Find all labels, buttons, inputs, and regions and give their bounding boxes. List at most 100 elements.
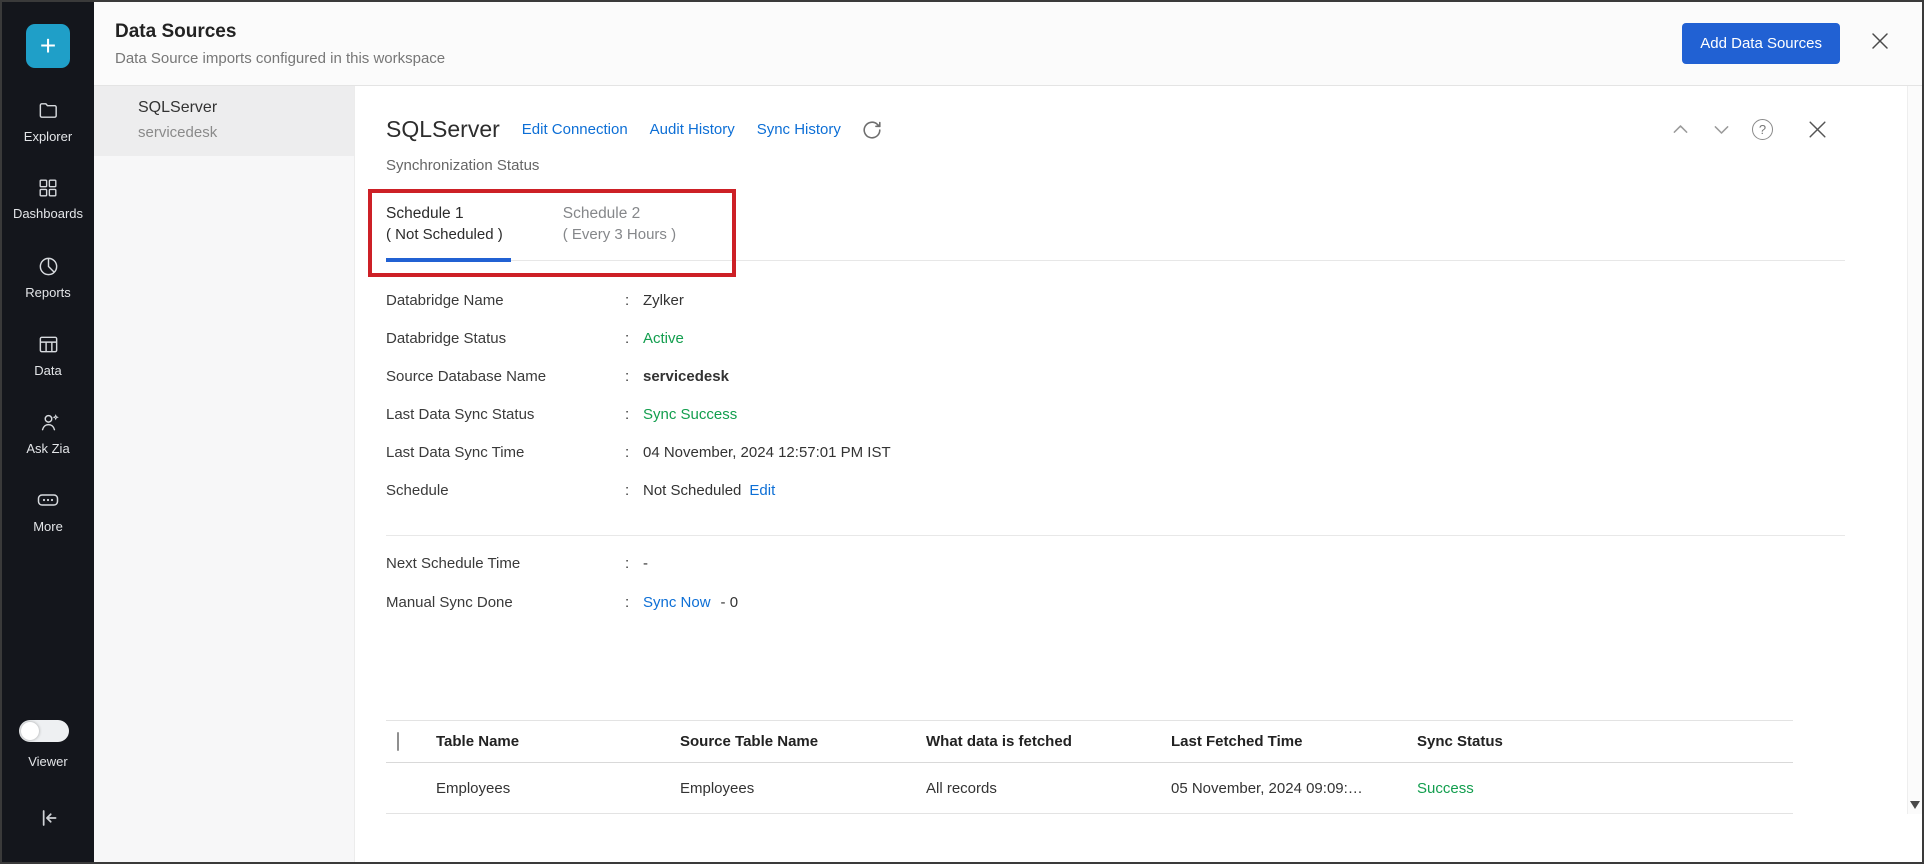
colon: : xyxy=(625,368,639,385)
source-title: SQLServer xyxy=(386,116,500,143)
audit-history-link[interactable]: Audit History xyxy=(650,121,735,138)
detail-row-next-schedule-time: Next Schedule Time : - xyxy=(386,555,738,594)
dashboards-icon xyxy=(37,177,59,199)
table-row[interactable]: Employees Employees All records 05 Novem… xyxy=(386,763,1793,814)
plus-icon: + xyxy=(40,32,56,60)
source-detail-panel: SQLServer Edit Connection Audit History … xyxy=(355,86,1922,862)
manual-sync-count: - 0 xyxy=(721,594,739,611)
sidebar-item-more[interactable]: More xyxy=(2,472,94,550)
viewer-label: Viewer xyxy=(2,754,94,769)
previous-source-button[interactable] xyxy=(1670,119,1691,140)
detail-value: Active xyxy=(643,330,684,347)
sidebar-item-data[interactable]: Data xyxy=(2,316,94,394)
select-all-checkbox[interactable] xyxy=(397,732,399,751)
sync-now-link[interactable]: Sync Now xyxy=(643,594,711,611)
detail-row-last-sync-status: Last Data Sync Status : Sync Success xyxy=(386,406,891,444)
colon: : xyxy=(625,444,639,461)
more-icon xyxy=(36,488,60,512)
detail-value: Sync Success xyxy=(643,406,737,423)
colon: : xyxy=(625,594,639,611)
source-list-panel: SQLServer servicedesk xyxy=(94,86,355,862)
refresh-button[interactable] xyxy=(861,119,883,141)
page-header: Data Sources Data Source imports configu… xyxy=(94,2,1922,86)
schedule-details: Next Schedule Time : - Manual Sync Done … xyxy=(386,555,738,633)
sidebar-item-explorer[interactable]: Explorer xyxy=(2,82,94,160)
detail-label: Databridge Status xyxy=(386,330,625,347)
sidebar-item-label: Dashboards xyxy=(13,206,83,221)
detail-value: servicedesk xyxy=(643,368,729,385)
header-titles: Data Sources Data Source imports configu… xyxy=(115,21,445,67)
colon: : xyxy=(625,555,639,572)
sidebar: + Explorer Dashboards Reports xyxy=(2,2,94,862)
tables-table: Table Name Source Table Name What data i… xyxy=(386,720,1793,814)
help-button[interactable]: ? xyxy=(1752,119,1773,140)
source-name: SQLServer xyxy=(138,99,354,117)
column-header: Sync Status xyxy=(1417,733,1793,750)
sidebar-item-label: Reports xyxy=(25,285,71,300)
page-title: Data Sources xyxy=(115,21,445,43)
close-detail-button[interactable] xyxy=(1805,117,1830,142)
cell-what-data: All records xyxy=(926,780,1171,797)
tab-schedule-1[interactable]: Schedule 1 ( Not Scheduled ) xyxy=(386,192,503,260)
sidebar-item-label: Ask Zia xyxy=(26,441,69,456)
detail-label: Last Data Sync Status xyxy=(386,406,625,423)
detail-label: Manual Sync Done xyxy=(386,594,625,611)
viewer-toggle[interactable] xyxy=(19,720,69,742)
sync-history-link[interactable]: Sync History xyxy=(757,121,841,138)
detail-row-manual-sync-done: Manual Sync Done : Sync Now - 0 xyxy=(386,594,738,633)
tab-title: Schedule 2 xyxy=(563,203,676,224)
vertical-scrollbar[interactable] xyxy=(1907,86,1922,814)
colon: : xyxy=(625,482,639,499)
column-header: What data is fetched xyxy=(926,733,1171,750)
sidebar-nav: Explorer Dashboards Reports Data xyxy=(2,82,94,550)
column-header: Table Name xyxy=(436,733,680,750)
sidebar-item-label: More xyxy=(33,519,63,534)
detail-value: 04 November, 2024 12:57:01 PM IST xyxy=(643,444,891,461)
collapse-left-icon xyxy=(35,805,61,836)
sidebar-item-dashboards[interactable]: Dashboards xyxy=(2,160,94,238)
sidebar-item-reports[interactable]: Reports xyxy=(2,238,94,316)
detail-row-databridge-name: Databridge Name : Zylker xyxy=(386,292,891,330)
cell-table-name: Employees xyxy=(436,780,680,797)
detail-row-source-database-name: Source Database Name : servicedesk xyxy=(386,368,891,406)
section-title: Synchronization Status xyxy=(386,157,539,174)
detail-label: Schedule xyxy=(386,482,625,499)
sidebar-item-label: Explorer xyxy=(24,129,72,144)
next-source-button[interactable] xyxy=(1711,119,1732,140)
sidebar-item-label: Data xyxy=(34,363,61,378)
sidebar-item-ask-zia[interactable]: Ask Zia xyxy=(2,394,94,472)
colon: : xyxy=(625,406,639,423)
reports-icon xyxy=(37,255,60,278)
column-header: Last Fetched Time xyxy=(1171,733,1417,750)
table-header-row: Table Name Source Table Name What data i… xyxy=(386,720,1793,763)
detail-value: Zylker xyxy=(643,292,684,309)
detail-row-databridge-status: Databridge Status : Active xyxy=(386,330,891,368)
add-data-sources-button[interactable]: Add Data Sources xyxy=(1682,23,1840,64)
collapse-sidebar-button[interactable] xyxy=(2,805,94,836)
question-icon: ? xyxy=(1759,122,1766,137)
colon: : xyxy=(625,292,639,309)
scroll-down-arrow-icon[interactable] xyxy=(1910,801,1920,809)
cell-sync-status: Success xyxy=(1417,780,1793,797)
detail-row-last-sync-time: Last Data Sync Time : 04 November, 2024 … xyxy=(386,444,891,482)
cell-last-fetched-time: 05 November, 2024 09:09:… xyxy=(1171,780,1417,797)
tab-schedule-2[interactable]: Schedule 2 ( Every 3 Hours ) xyxy=(563,192,676,260)
detail-label: Last Data Sync Time xyxy=(386,444,625,461)
detail-value: Not Scheduled xyxy=(643,482,741,499)
tab-title: Schedule 1 xyxy=(386,203,503,224)
detail-row-schedule: Schedule : Not Scheduled Edit xyxy=(386,482,891,520)
detail-label: Source Database Name xyxy=(386,368,625,385)
create-button[interactable]: + xyxy=(26,24,70,68)
edit-connection-link[interactable]: Edit Connection xyxy=(522,121,628,138)
sync-details: Databridge Name : Zylker Databridge Stat… xyxy=(386,292,891,520)
edit-schedule-link[interactable]: Edit xyxy=(749,482,775,499)
ask-zia-icon xyxy=(37,411,60,434)
tab-subtitle: ( Not Scheduled ) xyxy=(386,224,503,245)
detail-heading-row: SQLServer Edit Connection Audit History … xyxy=(386,116,1830,143)
detail-value: - xyxy=(643,555,648,572)
tab-subtitle: ( Every 3 Hours ) xyxy=(563,224,676,245)
detail-label: Databridge Name xyxy=(386,292,625,309)
close-page-button[interactable] xyxy=(1868,29,1892,58)
source-list-item-sqlserver[interactable]: SQLServer servicedesk xyxy=(94,86,354,156)
close-icon xyxy=(1868,29,1892,58)
